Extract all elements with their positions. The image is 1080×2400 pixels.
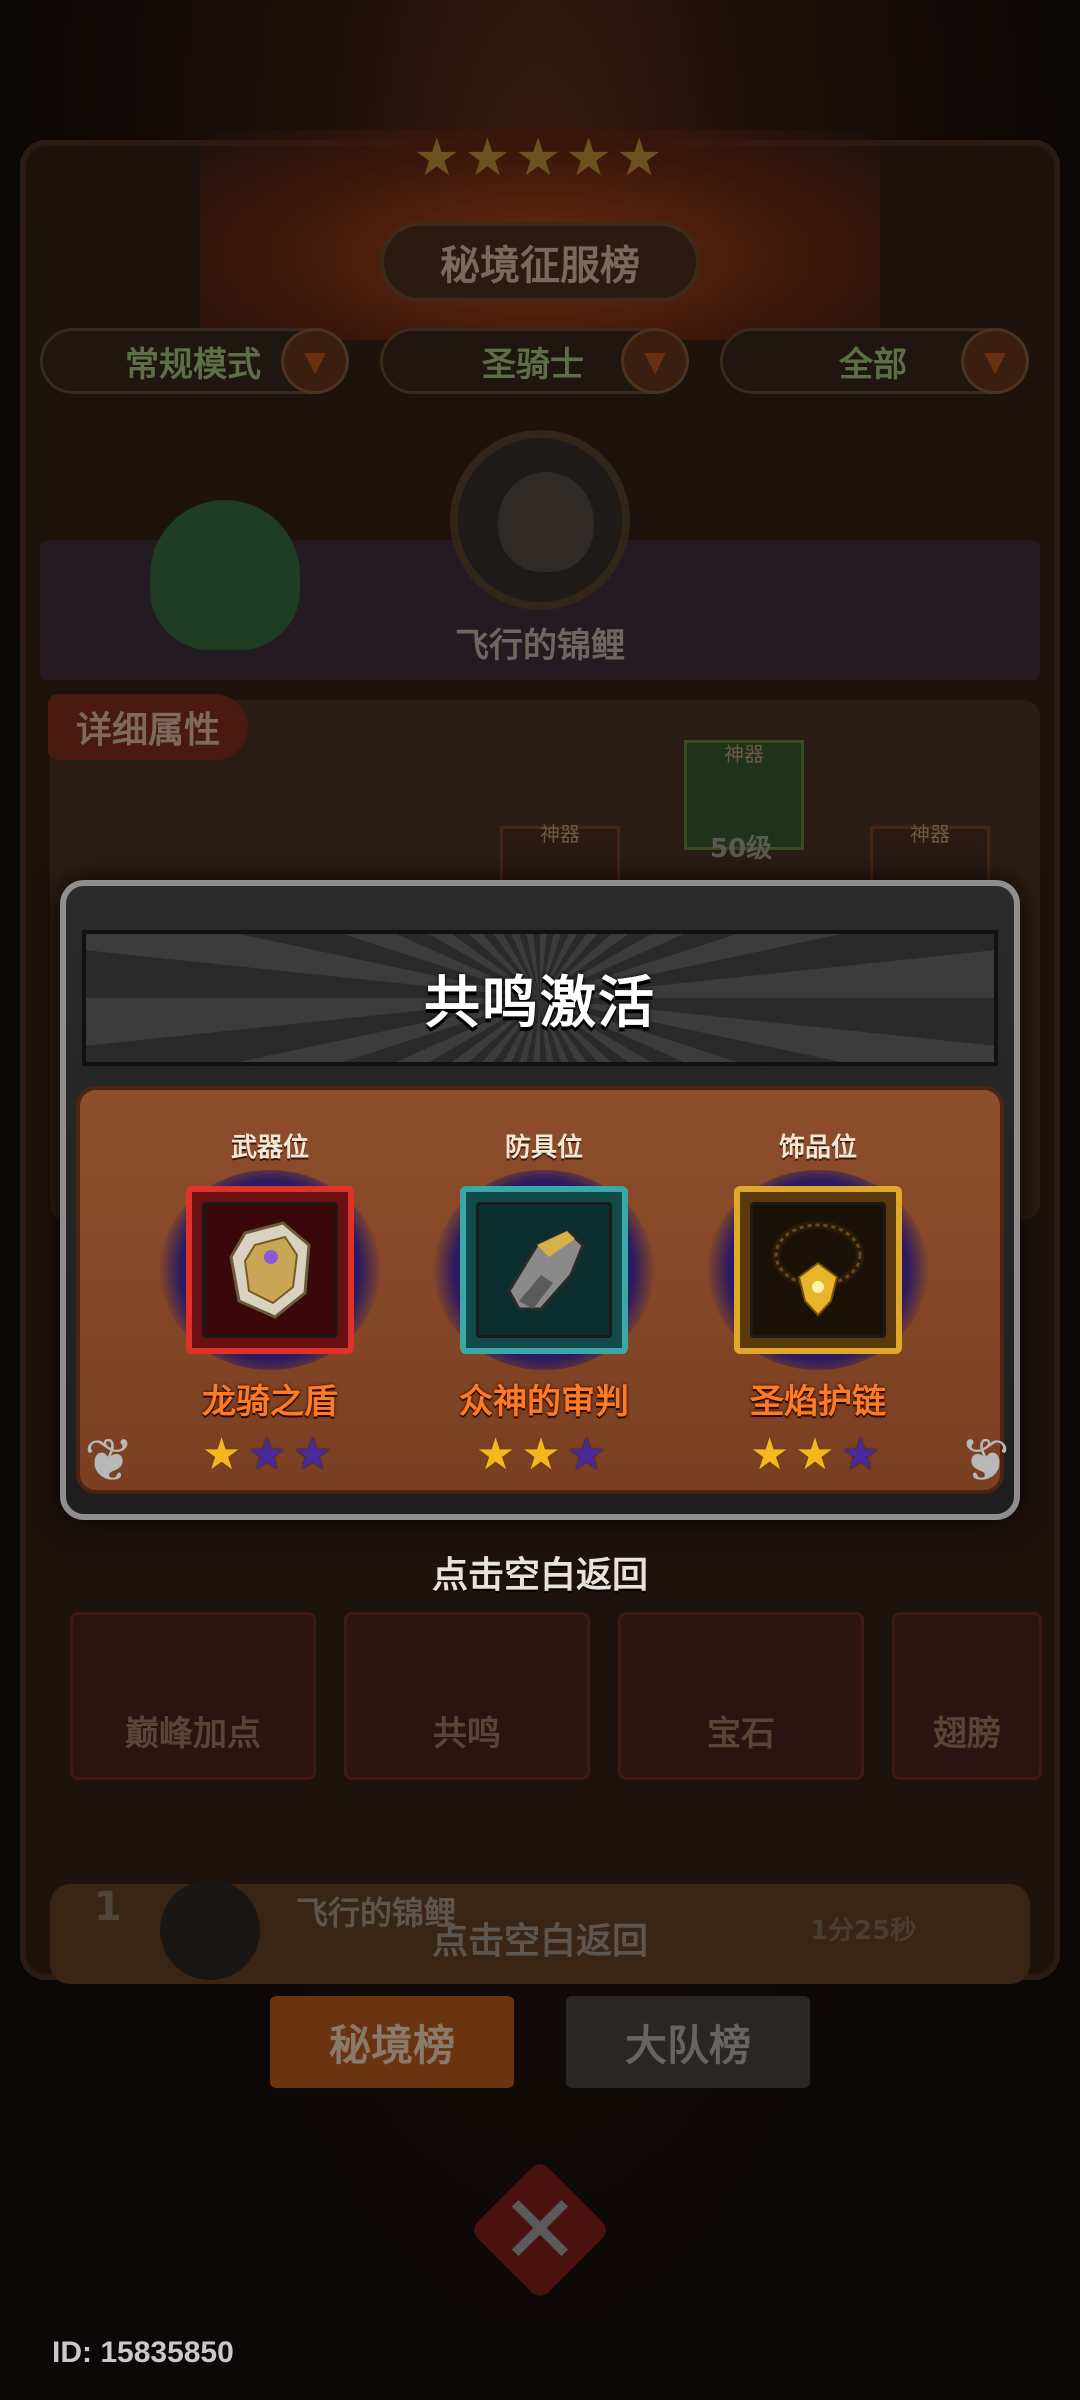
corner-ornament-icon: ❦ [959,1426,1010,1496]
shield-icon [202,1202,338,1338]
armor-slot[interactable]: 防具位 众神的审判 ★★★ [424,1130,664,1477]
star-filled-icon: ★ [201,1429,248,1480]
avatar-portrait [498,472,594,572]
star-rating: ★★★ [150,1433,390,1477]
close-icon[interactable]: ✕ [490,2174,590,2286]
dismiss-hint[interactable]: 点击空白返回 [0,1546,1080,1598]
artifact-level: 50级 [710,834,773,864]
star-filled-icon: ★ [749,1429,796,1480]
mode-filter-label: 常规模式 [125,344,261,385]
scope-filter-dropdown[interactable]: 全部 ▼ [720,328,1029,394]
item-name: 圣焰护链 [750,1382,886,1422]
item-frame[interactable] [150,1170,390,1370]
chevron-down-icon: ▼ [281,328,349,394]
necklace-icon [750,1202,886,1338]
star-rating: ★★★ [698,1433,938,1477]
star-filled-icon: ★ [795,1429,841,1480]
gem-button[interactable]: 宝石 [618,1612,864,1780]
star-empty-icon: ★ [840,1429,887,1480]
slot-caption: 饰品位 [778,1133,857,1163]
item-box [186,1186,354,1354]
tab-secret-realm-ranking[interactable]: 秘境榜 [270,1996,514,2088]
item-frame[interactable] [424,1170,664,1370]
peak-points-button[interactable]: 巅峰加点 [70,1612,316,1780]
chevron-down-icon: ▼ [621,328,689,394]
gauntlet-icon [476,1202,612,1338]
class-filter-dropdown[interactable]: 圣骑士 ▼ [380,328,689,394]
player-avatar[interactable] [450,430,630,610]
scope-filter-label: 全部 [839,344,907,385]
user-id: ID: 15835850 [52,2336,234,2369]
star-filled-icon: ★ [475,1429,522,1480]
item-frame[interactable] [698,1170,938,1370]
resonance-button[interactable]: 共鸣 [344,1612,590,1780]
resonance-activation-dialog: 共鸣激活 武器位 龙骑之盾 ★★★ 防具位 众神的审判 ★★★ 饰品位 圣焰护链… [60,880,1020,1520]
dialog-title: 共鸣激活 [424,970,656,1036]
item-box [734,1186,902,1354]
weapon-slot[interactable]: 武器位 龙骑之盾 ★★★ [150,1130,390,1477]
mode-filter-dropdown[interactable]: 常规模式 ▼ [40,328,349,394]
dialog-body: 武器位 龙骑之盾 ★★★ 防具位 众神的审判 ★★★ 饰品位 圣焰护链 ★★★ … [76,1086,1010,1496]
star-empty-icon: ★ [566,1429,613,1480]
star-empty-icon: ★ [292,1429,339,1480]
background-dismiss-hint: 点击空白返回 [431,1921,648,1962]
artifact-slot-label: 神器 [724,742,764,766]
chevron-down-icon: ▼ [961,328,1029,394]
detail-attributes-tab[interactable]: 详细属性 [48,694,248,760]
banner-stars: ★★★★★ [413,128,667,188]
artifact-slot-label: 神器 [540,822,580,846]
tab-team-ranking[interactable]: 大队榜 [566,1996,810,2088]
star-rating: ★★★ [424,1433,664,1477]
wings-button[interactable]: 翅膀 [892,1612,1042,1780]
item-box [460,1186,628,1354]
accessory-slot[interactable]: 饰品位 圣焰护链 ★★★ [698,1130,938,1477]
page-title: 秘境征服榜 [380,222,700,302]
corner-ornament-icon: ❦ [84,1426,135,1496]
item-name: 龙骑之盾 [202,1382,338,1422]
dialog-header: 共鸣激活 [82,930,998,1066]
player-name: 飞行的锦鲤 [455,626,625,666]
artifact-slot-label: 神器 [910,822,950,846]
slot-caption: 武器位 [230,1133,309,1163]
star-empty-icon: ★ [247,1429,293,1480]
star-filled-icon: ★ [521,1429,567,1480]
class-filter-label: 圣骑士 [482,344,584,385]
slot-caption: 防具位 [504,1133,583,1163]
item-name: 众神的审判 [459,1382,629,1422]
